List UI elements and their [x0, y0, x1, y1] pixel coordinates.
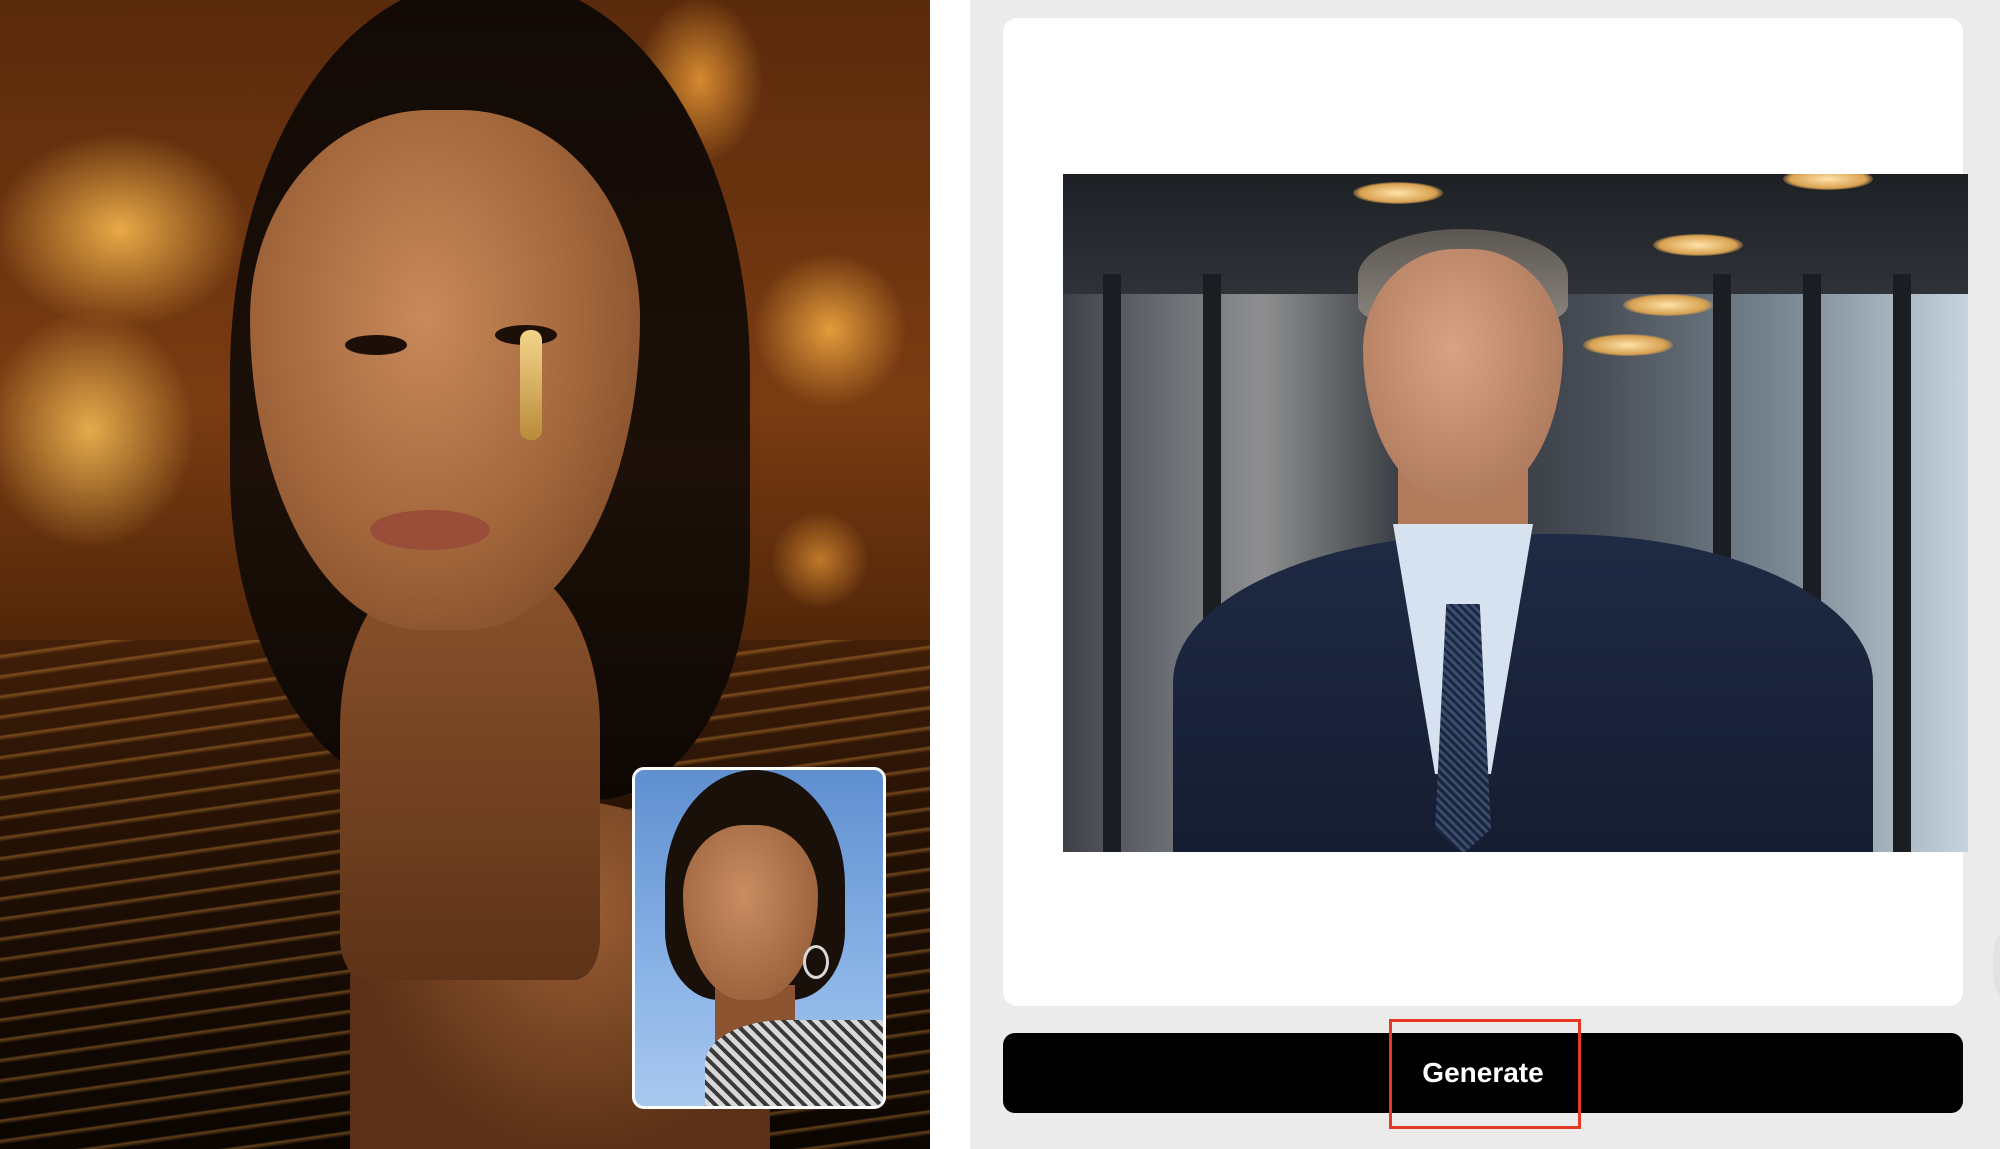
target-photo [1063, 174, 1968, 852]
earring [520, 330, 542, 440]
reference-face-thumbnail[interactable] [632, 767, 886, 1109]
carousel-edge-handle[interactable] [1993, 935, 2000, 995]
result-image [0, 0, 930, 1149]
generate-button[interactable]: Generate [1003, 1033, 1963, 1113]
control-panel: Generate [970, 0, 2000, 1149]
app-stage: Generate [0, 0, 2000, 1149]
target-image-card[interactable] [1003, 18, 1968, 1006]
